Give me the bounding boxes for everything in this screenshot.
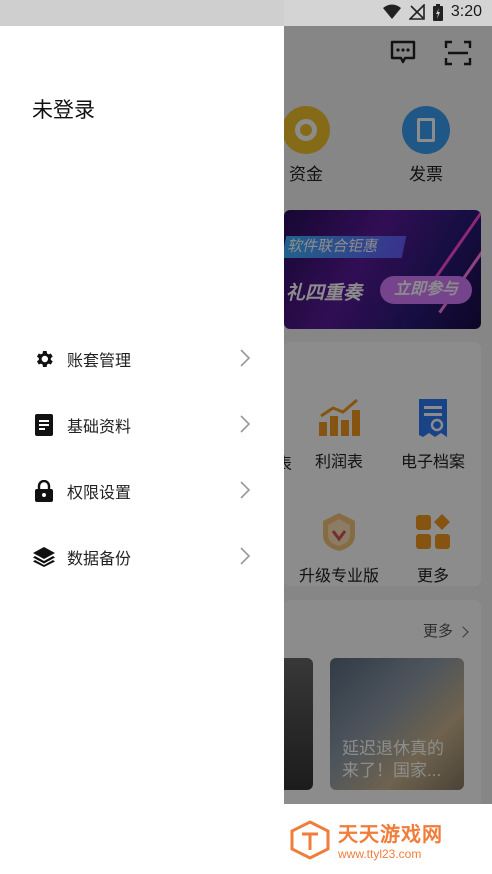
chevron-right-icon xyxy=(240,547,251,565)
menu-item-data-backup[interactable]: 数据备份 xyxy=(0,524,284,590)
status-bar: 3:20 xyxy=(0,0,492,26)
watermark: 天天游戏网 www.ttyl23.com xyxy=(288,818,443,861)
menu-item-permission-settings[interactable]: 权限设置 xyxy=(0,458,284,524)
menu-item-label: 数据备份 xyxy=(67,551,132,568)
chevron-right-icon xyxy=(240,481,251,499)
watermark-name: 天天游戏网 xyxy=(338,824,443,846)
gear-icon xyxy=(33,348,55,370)
no-signal-icon xyxy=(408,4,425,20)
menu-item-label: 账套管理 xyxy=(67,353,132,370)
menu-item-account-management[interactable]: 账套管理 xyxy=(0,326,284,392)
watermark-url: www.ttyl23.com xyxy=(338,847,422,861)
menu-item-label: 权限设置 xyxy=(67,485,132,502)
chevron-right-icon xyxy=(240,415,251,433)
navigation-drawer: 未登录 账套管理 基础资料 权限设置 数据备份 xyxy=(0,26,284,804)
drawer-menu: 账套管理 基础资料 权限设置 数据备份 xyxy=(0,326,284,590)
menu-item-basic-data[interactable]: 基础资料 xyxy=(0,392,284,458)
lock-icon xyxy=(33,480,55,502)
menu-item-label: 基础资料 xyxy=(67,419,132,436)
status-icons: 3:20 xyxy=(382,3,482,21)
layers-icon xyxy=(33,546,55,568)
battery-icon xyxy=(432,3,443,21)
login-status-label[interactable]: 未登录 xyxy=(32,94,95,124)
status-time: 3:20 xyxy=(450,3,482,20)
status-bar-drawer-area xyxy=(0,0,284,26)
chevron-right-icon xyxy=(240,349,251,367)
document-icon xyxy=(33,414,55,436)
watermark-logo-icon xyxy=(290,819,330,860)
wifi-icon xyxy=(382,4,401,19)
